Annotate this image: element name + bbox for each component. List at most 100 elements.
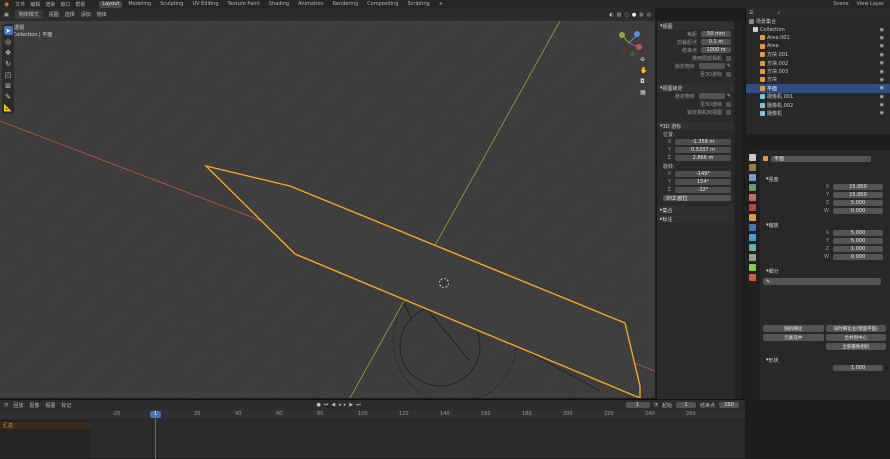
app-menu-1[interactable]: 编辑 <box>30 1 40 8</box>
props-field-value[interactable]: 5.000 <box>833 230 883 236</box>
camera-view-icon[interactable]: ◘ <box>640 78 647 85</box>
ortho-grid-icon[interactable]: ▦ <box>640 89 647 96</box>
world-props-icon[interactable] <box>749 204 756 211</box>
workspace-tab-rendering[interactable]: Rendering <box>330 1 362 8</box>
lock-cursor-checkbox-2[interactable] <box>726 101 731 107</box>
workspace-tab-animation[interactable]: Animation <box>295 1 327 8</box>
rot-z-field[interactable]: -32° <box>675 187 731 193</box>
view-layer-selector[interactable]: View Layer <box>857 1 884 7</box>
eyedropper-icon[interactable]: ✎ <box>727 63 731 69</box>
outliner-row[interactable]: 方块 ◉ <box>746 76 890 84</box>
outliner-search-icon[interactable]: ⌕ <box>777 10 780 16</box>
outliner-row[interactable]: 方块.001 ◉ <box>746 51 890 59</box>
viewport-menu-2[interactable]: 添加 <box>81 11 91 18</box>
props-field-value[interactable]: 5.000 <box>833 200 883 206</box>
visibility-eye-icon[interactable]: ◉ <box>880 27 890 33</box>
select-cursor-icon[interactable]: ➤ <box>3 26 13 35</box>
app-menu-4[interactable]: 帮助 <box>75 1 85 8</box>
shading-wire-icon[interactable]: ○ <box>625 12 629 18</box>
outliner-row[interactable]: Collection ◉ <box>746 25 890 33</box>
rot-x-field[interactable]: -149° <box>675 171 731 177</box>
clip-start-field[interactable]: 0.1 m <box>701 39 731 45</box>
outliner-row[interactable]: 摄像机.001 ◉ <box>746 93 890 101</box>
modifier-props-icon[interactable] <box>749 224 756 231</box>
outliner-row[interactable]: 平面 ◉ <box>746 84 890 93</box>
visibility-eye-icon[interactable]: ◉ <box>880 69 890 75</box>
workspace-tab-scripting[interactable]: Scripting <box>405 1 433 8</box>
outliner-row[interactable]: Area.001 ◉ <box>746 34 890 42</box>
particles-props-icon[interactable] <box>749 234 756 241</box>
frame-ruler[interactable]: -20020406080100120140160180200220240260 <box>0 410 745 419</box>
mode-selector[interactable]: 物体模式 <box>14 10 43 19</box>
props-field-value[interactable]: 0.000 <box>833 208 883 214</box>
props-footer-field[interactable]: 1.000 <box>833 365 883 371</box>
view-layer-props-icon[interactable] <box>749 184 756 191</box>
timeline-editor-icon[interactable]: ◷ <box>4 402 8 408</box>
next-key-icon[interactable]: ▶ <box>349 402 353 408</box>
props-field-value[interactable]: 1.000 <box>833 246 883 252</box>
start-frame-field[interactable]: 1 <box>675 402 696 408</box>
measure-tool-icon[interactable]: 📐 <box>4 103 13 112</box>
props-section-b[interactable]: ▾ 缩放 <box>763 221 886 229</box>
lock-object-field[interactable] <box>698 63 725 69</box>
rot-y-field[interactable]: 154° <box>675 179 731 185</box>
scene-collection-row[interactable]: 场景集合 <box>746 17 890 25</box>
visibility-eye-icon[interactable]: ◉ <box>880 60 890 66</box>
transform-tool-icon[interactable]: ⊞ <box>4 81 13 90</box>
select-element-button[interactable]: 元素选中 <box>763 334 824 341</box>
move-tool-icon[interactable]: ✥ <box>4 48 13 57</box>
eyedropper-icon[interactable]: ✎ <box>727 93 731 99</box>
local-camera-checkbox[interactable] <box>726 55 731 61</box>
workspace-tab-texture-paint[interactable]: Texture Paint <box>225 1 263 8</box>
shading-render-icon[interactable]: ◎ <box>647 12 651 18</box>
workspace-tab-shading[interactable]: Shading <box>266 1 292 8</box>
sidebar-tabs[interactable] <box>734 21 742 399</box>
all-cameras-button[interactable]: 全部摄像相机 <box>825 343 886 350</box>
props-field-value[interactable]: 5.000 <box>833 238 883 244</box>
visibility-eye-icon[interactable]: ◉ <box>880 85 890 91</box>
merge-center-button[interactable]: 合并到中心 <box>825 334 886 341</box>
rotation-mode-select[interactable]: XYZ 欧拉 <box>663 195 731 202</box>
props-picker-field[interactable]: ✎ <box>763 278 881 285</box>
outliner-row[interactable]: 方块.003 ◉ <box>746 67 890 75</box>
viewport-menu-0[interactable]: 视图 <box>49 11 59 18</box>
visibility-eye-icon[interactable]: ◉ <box>880 94 890 100</box>
workspace-tab-modeling[interactable]: Modeling <box>125 1 154 8</box>
timeline-menu-1[interactable]: 抠像 <box>29 402 39 409</box>
summary-row[interactable]: 汇总 <box>0 422 90 429</box>
props-section-c[interactable]: ▾ 细分 <box>763 267 886 275</box>
cursor-x-field[interactable]: -1.358 m <box>675 139 731 145</box>
workspace-tab-uv-editing[interactable]: UV Editing <box>189 1 221 8</box>
outliner-row[interactable]: Area ◉ <box>746 42 890 50</box>
3d-viewport[interactable]: 用户透视 (1) Collection | 平面 ⊕ ✋ ◘ ▦ <box>0 21 655 398</box>
constraints-props-icon[interactable] <box>749 254 756 261</box>
outliner-row[interactable]: 方块.002 ◉ <box>746 59 890 67</box>
overlay-icon[interactable]: ◐ <box>609 12 613 18</box>
props-field-value[interactable]: 15.000 <box>833 192 883 198</box>
props-section-a[interactable]: ▾ 强度 <box>763 175 886 183</box>
pan-hand-icon[interactable]: ✋ <box>640 67 647 74</box>
annotation-header[interactable]: ▸ 标注 <box>657 215 734 223</box>
current-frame-field[interactable]: 1 <box>625 402 650 408</box>
annotate-tool-icon[interactable]: ✎ <box>4 92 13 101</box>
timeline-menu-3[interactable]: 标记 <box>61 402 71 409</box>
play-icon[interactable]: ▸ <box>344 402 347 408</box>
visibility-eye-icon[interactable]: ◉ <box>880 52 890 58</box>
zoom-icon[interactable]: ⊕ <box>640 56 647 63</box>
view-lock-header[interactable]: ▾ 视图锁定 <box>657 84 734 92</box>
collection-header[interactable]: ▸ 集合 <box>657 206 734 214</box>
prev-key-icon[interactable]: ◀ <box>331 402 335 408</box>
keyframe-area[interactable] <box>90 420 745 458</box>
shading-solid-icon[interactable]: ● <box>632 12 636 18</box>
workspace-tab-layout[interactable]: Layout <box>99 0 123 8</box>
viewport-menu-1[interactable]: 选择 <box>65 11 75 18</box>
shading-material-icon[interactable]: ◍ <box>639 12 643 18</box>
clip-end-field[interactable]: 1000 m <box>701 47 731 53</box>
visibility-eye-icon[interactable]: ◉ <box>880 102 890 108</box>
timeline-menu-0[interactable]: 回放 <box>13 402 23 409</box>
workspace-tab-compositing[interactable]: Compositing <box>364 1 401 8</box>
app-menu-0[interactable]: 文件 <box>15 1 25 8</box>
cursor-z-field[interactable]: 2.866 m <box>675 155 731 161</box>
add-workspace-icon[interactable]: + <box>439 1 443 7</box>
props-field-value[interactable]: 15.000 <box>833 184 883 190</box>
